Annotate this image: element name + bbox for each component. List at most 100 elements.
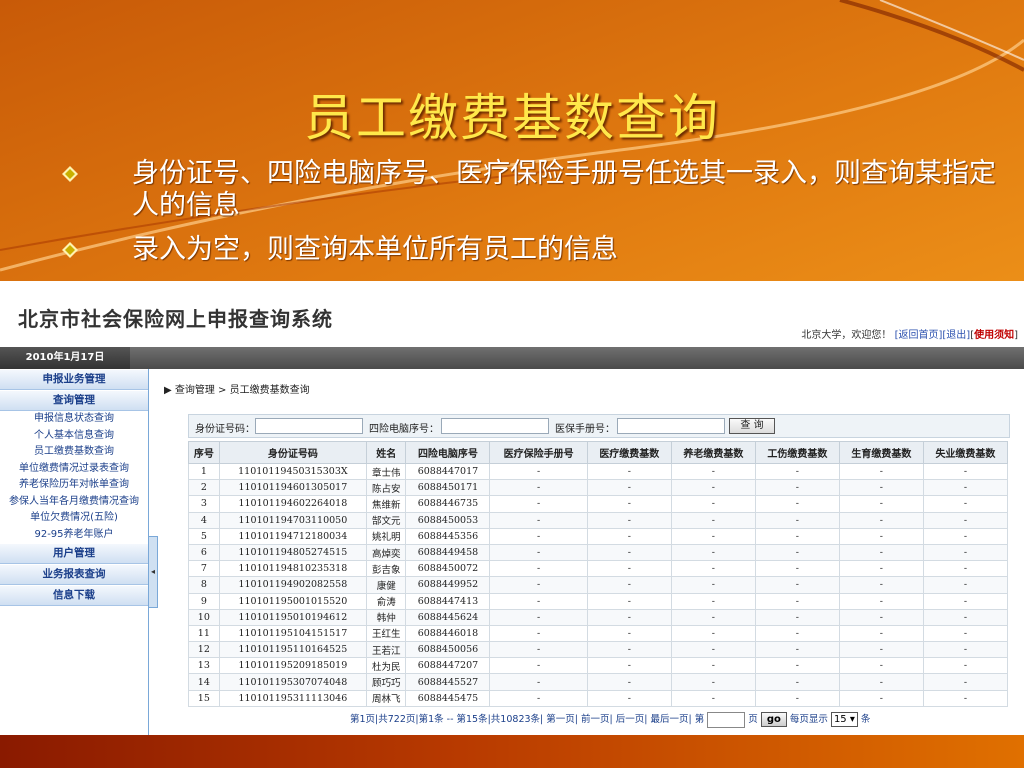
table-cell: -: [754, 495, 840, 513]
table-cell: 110101194703110050: [218, 511, 368, 529]
table-cell: 彭吉象: [366, 560, 407, 578]
id-number-input[interactable]: [255, 418, 363, 434]
per-page-select[interactable]: 15 ▾: [830, 712, 858, 727]
per-page-label: 每页显示: [789, 714, 828, 725]
table-cell: 6088450171: [405, 479, 491, 497]
table-cell: -: [489, 511, 588, 529]
home-link[interactable]: [返回首页]: [895, 330, 943, 341]
table-row: 12 110101195110164525 王若江 6088450056- - - - - -: [188, 641, 1009, 659]
table-cell: 110101194712180034: [218, 527, 368, 545]
table-cell: -: [489, 479, 588, 497]
sidebar-section-query[interactable]: 查询管理: [0, 390, 148, 411]
logout-link[interactable]: [退出]: [942, 330, 970, 341]
table-row: 14 110101195307074048 顾巧巧 6088445527- - - - - -: [188, 673, 1009, 691]
table-row: 6 110101194805274515 高焯奕 6088449458- - - - - -: [188, 543, 1009, 562]
table-cell: -: [586, 479, 672, 497]
table-cell: 110101195001015520: [218, 592, 368, 610]
table-cell: 焦维新: [366, 495, 407, 513]
table-cell: -: [754, 657, 840, 675]
sidebar-item[interactable]: 单位欠费情况(五险): [0, 510, 148, 527]
table-cell: 14: [188, 673, 220, 691]
last-page-link[interactable]: 最后一页|: [650, 714, 691, 725]
table-cell: -: [670, 641, 756, 659]
table-cell: 15: [188, 689, 220, 707]
welcome-text: 北京大学，欢迎您！: [801, 330, 892, 341]
table-cell: 6088445527: [405, 673, 491, 691]
table-cell: -: [586, 543, 672, 562]
table-cell: -: [489, 673, 588, 691]
sidebar-item[interactable]: 申报信息状态查询: [0, 411, 148, 428]
table-cell: -: [838, 527, 924, 545]
table-cell: -: [922, 527, 1009, 545]
prev-page-link[interactable]: 前一页|: [581, 714, 613, 725]
manual-bracket-close: ]: [1014, 330, 1018, 341]
table-cell: -: [489, 527, 588, 545]
sidebar-item[interactable]: 员工缴费基数查询: [0, 444, 148, 461]
sidebar-collapse-toggle[interactable]: ◂: [148, 536, 158, 608]
query-button[interactable]: 查 询: [729, 418, 775, 434]
page-number-input[interactable]: [707, 711, 746, 728]
table-cell: 高焯奕: [366, 543, 407, 562]
date-display: 2010年1月17日: [0, 347, 130, 369]
table-cell: -: [489, 608, 588, 626]
table-cell: 6088450056: [405, 641, 491, 659]
table-cell: 7: [188, 560, 220, 578]
table-cell: -: [838, 479, 924, 497]
pc-serial-input[interactable]: [441, 418, 549, 434]
table-cell: 110101195104151517: [218, 624, 368, 643]
table-cell: 2: [188, 479, 220, 497]
sidebar-section-users[interactable]: 用户管理: [0, 543, 148, 564]
table-cell: -: [586, 576, 672, 594]
table-cell: -: [838, 462, 924, 481]
table-cell: -: [586, 592, 672, 610]
sidebar-item[interactable]: 92-95养老年账户: [0, 527, 148, 544]
go-button[interactable]: go: [760, 712, 787, 727]
sidebar-item[interactable]: 养老保险历年对帐单查询: [0, 477, 148, 494]
table-cell: 6088447017: [405, 462, 491, 481]
table-cell: -: [670, 479, 756, 497]
table-cell: -: [489, 462, 588, 481]
app-logo: 北京市社会保险网上申报查询系统: [18, 307, 333, 331]
sidebar-item[interactable]: 个人基本信息查询: [0, 428, 148, 445]
table-cell: -: [838, 511, 924, 529]
table-cell: -: [489, 560, 588, 578]
table-cell: -: [586, 689, 672, 707]
medical-book-input[interactable]: [617, 418, 725, 434]
sidebar-section-reports[interactable]: 业务报表查询: [0, 564, 148, 585]
id-number-label: 身份证号码：: [195, 424, 255, 435]
manual-link[interactable]: 使用须知: [974, 330, 1014, 341]
table-body: 1 11010119450315303X 章士伟 6088447017- - - - - -2 1…: [188, 462, 1009, 707]
table-cell: -: [838, 543, 924, 562]
sidebar-section-declare[interactable]: 申报业务管理: [0, 369, 148, 390]
page-suffix: 页: [748, 714, 758, 725]
user-bar: 北京大学，欢迎您！ [返回首页][退出][使用须知]: [801, 326, 1018, 341]
table-cell: 110101194902082558: [218, 576, 368, 594]
table-cell: -: [838, 641, 924, 659]
table-cell: 5: [188, 527, 220, 545]
table-cell: 俞涛: [366, 592, 407, 610]
first-page-link[interactable]: 第一页|: [546, 714, 578, 725]
sidebar-item[interactable]: 单位缴费情况过录表查询: [0, 461, 148, 478]
next-page-link[interactable]: 后一页|: [616, 714, 648, 725]
table-cell: -: [922, 657, 1009, 675]
sidebar-section-download[interactable]: 信息下载: [0, 585, 148, 606]
table-cell: 姚礼明: [366, 527, 407, 545]
table-cell: -: [670, 560, 756, 578]
table-cell: -: [754, 576, 840, 594]
table-cell: -: [670, 608, 756, 626]
table-cell: 王红生: [366, 624, 407, 643]
table-cell: -: [754, 608, 840, 626]
table-cell: -: [586, 624, 672, 643]
table-cell: 郜文元: [366, 511, 407, 529]
sidebar-item[interactable]: 参保人当年各月缴费情况查询: [0, 494, 148, 511]
breadcrumb: ▶ 查询管理 > 员工缴费基数查询: [164, 381, 310, 396]
table-cell: -: [754, 543, 840, 562]
slide-background: 员工缴费基数查询 身份证号、四险电脑序号、医疗保险手册号任选其一录入，则查询某指…: [0, 0, 1024, 280]
table-cell: 110101195311113046: [218, 689, 368, 707]
table-cell: -: [670, 592, 756, 610]
pc-serial-label: 四险电脑序号：: [369, 424, 439, 435]
table-cell: -: [838, 657, 924, 675]
table-cell: 6088450072: [405, 560, 491, 578]
table-cell: -: [586, 673, 672, 691]
pager-summary: 第1页|共722页|第1条 -- 第15条|共10823条|: [350, 714, 544, 725]
